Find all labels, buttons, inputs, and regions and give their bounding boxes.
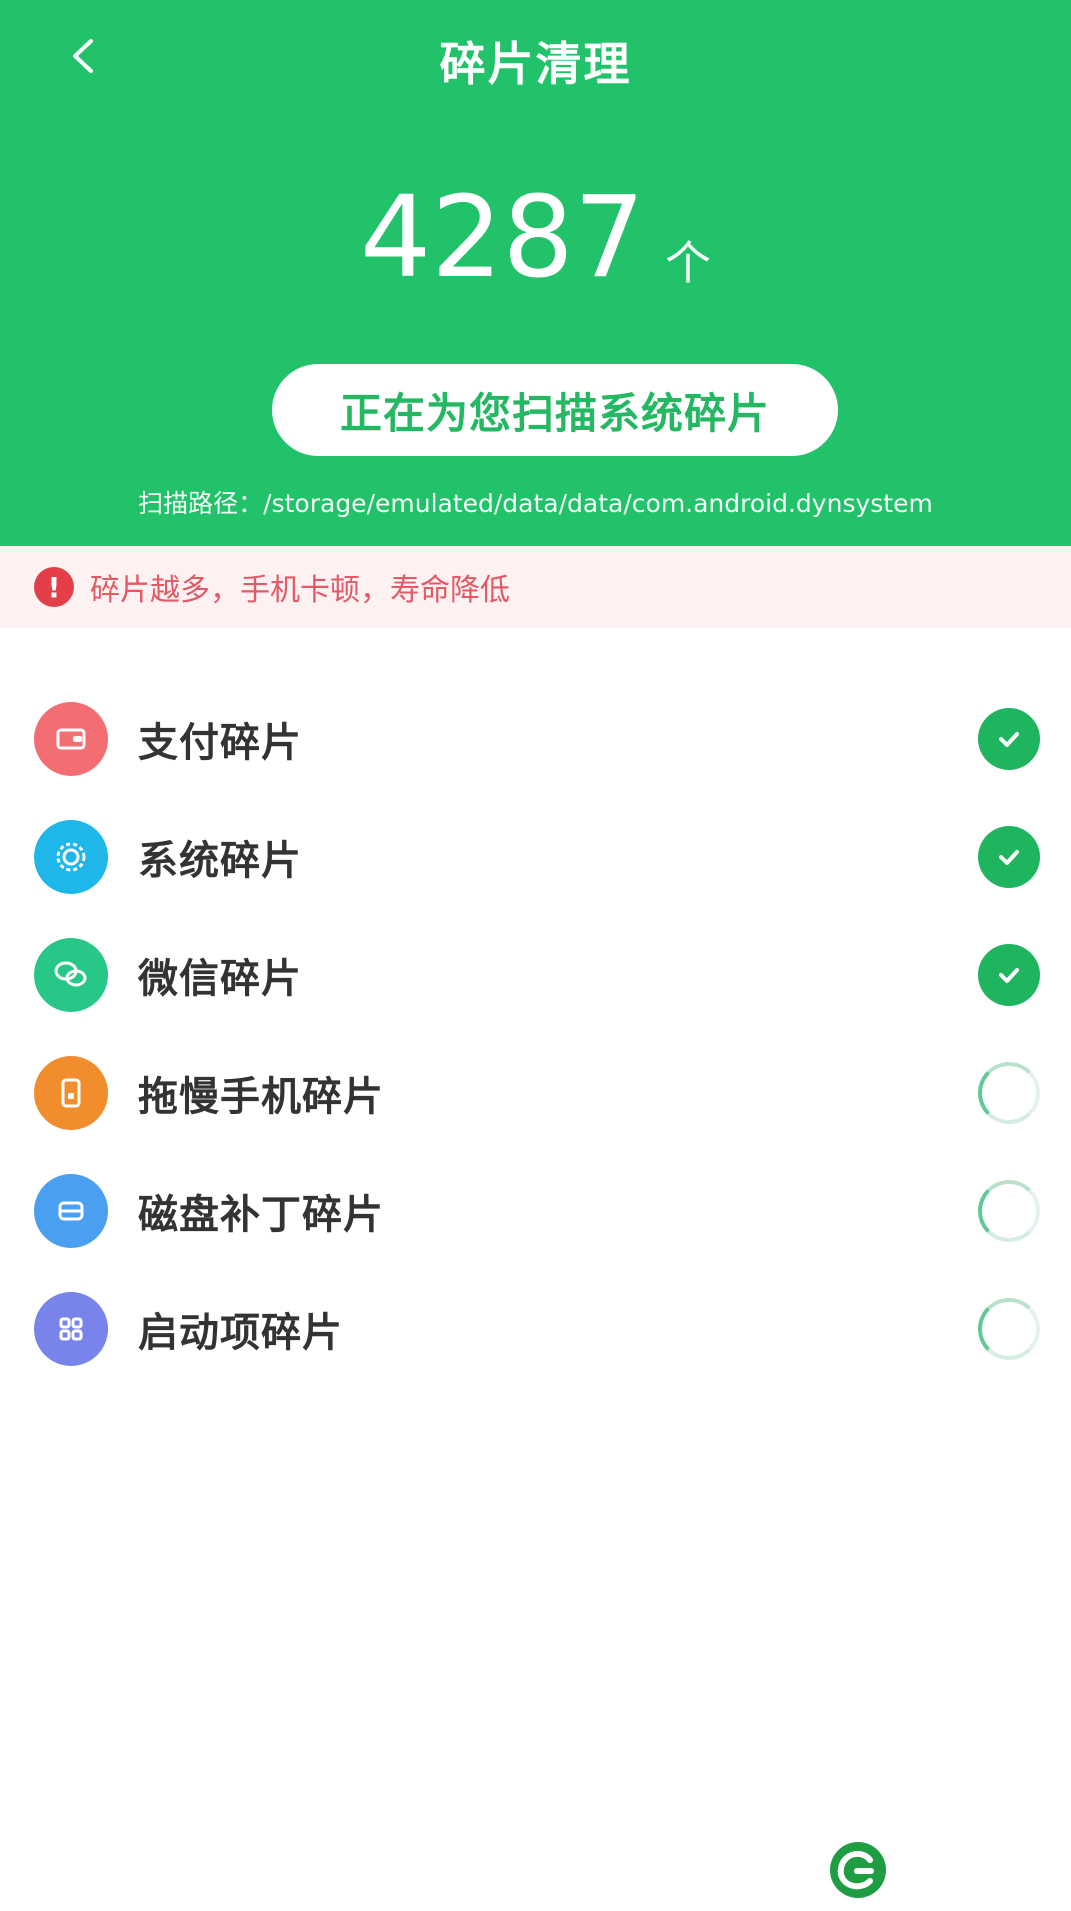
- list-item-disk-patch-fragments[interactable]: 磁盘补丁碎片: [0, 1152, 1071, 1270]
- loading-spinner-icon: [978, 1298, 1040, 1360]
- loading-spinner-icon: [978, 1062, 1040, 1124]
- phone-icon: [34, 1056, 108, 1130]
- list-item-label: 支付碎片: [138, 720, 302, 766]
- list-item-label: 系统碎片: [138, 838, 302, 884]
- alert-circle-icon: !: [34, 567, 74, 607]
- apps-grid-icon: [34, 1292, 108, 1366]
- list-item-label: 微信碎片: [138, 956, 302, 1002]
- fragment-cleanup-screen: 碎片清理 4287 个 正在为您扫描系统碎片 扫描路径：/storage/emu…: [0, 0, 1071, 1911]
- list-item-label: 磁盘补丁碎片: [138, 1192, 384, 1238]
- fragment-count: 4287: [359, 173, 646, 303]
- list-item-system-fragments[interactable]: 系统碎片: [0, 798, 1071, 916]
- check-circle-icon: [978, 708, 1040, 770]
- wallet-icon: [34, 702, 108, 776]
- loading-spinner-icon: [978, 1180, 1040, 1242]
- fragment-count-row: 4287 个: [0, 182, 1071, 294]
- scan-path: 扫描路径：/storage/emulated/data/data/com.and…: [138, 489, 933, 518]
- list-item-wechat-fragments[interactable]: 微信碎片: [0, 916, 1071, 1034]
- fragment-count-suffix: 个: [665, 236, 712, 290]
- page-title: 碎片清理: [439, 37, 632, 91]
- list-item-payment-fragments[interactable]: 支付碎片: [0, 680, 1071, 798]
- gear-icon: [34, 820, 108, 894]
- check-circle-icon: [978, 826, 1040, 888]
- warning-banner: ! 碎片越多，手机卡顿，寿命降低: [0, 546, 1071, 628]
- fragment-list: 支付碎片 系统碎片 微信碎片 拖慢手机碎片 磁盘补丁碎片 启动项碎片: [0, 680, 1071, 1388]
- list-item-label: 启动项碎片: [138, 1310, 343, 1356]
- wechat-icon: [34, 938, 108, 1012]
- list-item-label: 拖慢手机碎片: [138, 1074, 384, 1120]
- list-item-startup-fragments[interactable]: 启动项碎片: [0, 1270, 1071, 1388]
- check-circle-icon: [978, 944, 1040, 1006]
- scan-status-pill: 正在为您扫描系统碎片: [272, 364, 838, 456]
- top-banner: 碎片清理 4287 个 正在为您扫描系统碎片 扫描路径：/storage/emu…: [0, 0, 1071, 546]
- list-item-slowdown-fragments[interactable]: 拖慢手机碎片: [0, 1034, 1071, 1152]
- brand-logo-icon: [828, 1840, 888, 1900]
- warning-text: 碎片越多，手机卡顿，寿命降低: [90, 573, 510, 608]
- disk-icon: [34, 1174, 108, 1248]
